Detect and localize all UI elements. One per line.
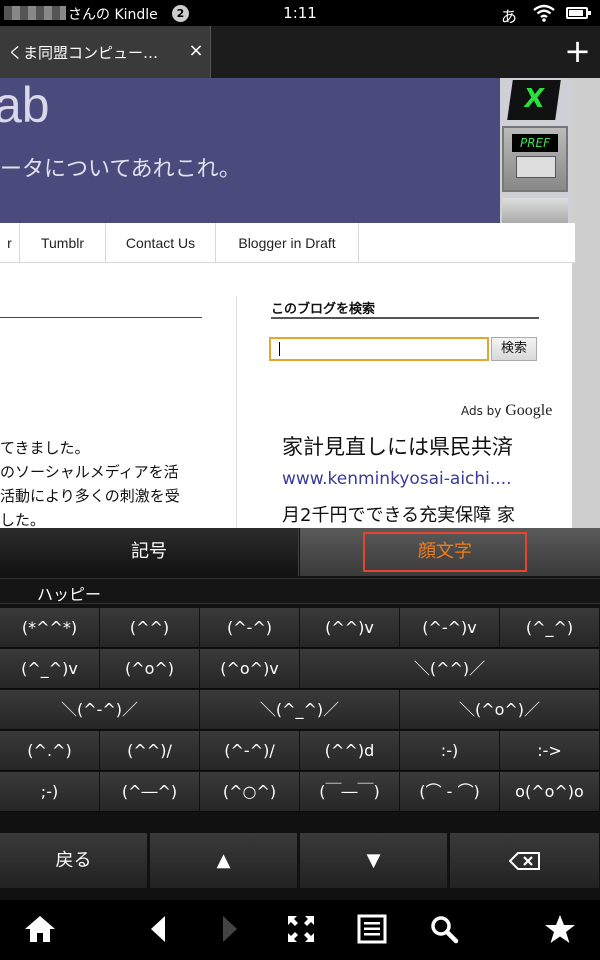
- home-icon[interactable]: [20, 914, 60, 948]
- emoticon-key[interactable]: o(^o^)o: [500, 772, 600, 812]
- emoticon-key[interactable]: (^_^): [500, 608, 600, 648]
- post-line: てきました。: [0, 439, 90, 457]
- tab-symbols[interactable]: 記号: [0, 528, 299, 576]
- emoticon-key[interactable]: (^o^)v: [200, 649, 300, 689]
- ad-title-link[interactable]: 家計見直しには県民共済: [282, 431, 513, 461]
- tab-emoticons-label: 顔文字: [363, 532, 527, 572]
- nav-item-tumblr[interactable]: Tumblr: [20, 223, 106, 263]
- text-caret: [279, 342, 280, 356]
- emoticon-key[interactable]: ＼(^-^)／: [0, 690, 200, 730]
- browser-tab-bar: くま同盟コンピュー… × +: [0, 26, 600, 78]
- battery-icon: [566, 7, 591, 19]
- emoticon-key[interactable]: (^.^): [0, 731, 100, 771]
- page-down-key[interactable]: ▼: [300, 833, 448, 888]
- ad-description: 月2千円でできる充実保障 家: [282, 505, 515, 526]
- blog-banner: ab ータについてあれこれ。: [0, 78, 500, 223]
- post-body: てきました。 のソーシャルメディアを活 活動により多くの刺激を受 した。: [0, 436, 236, 528]
- emoticon-key[interactable]: (^^)d: [300, 731, 400, 771]
- page-up-key[interactable]: ▲: [150, 833, 298, 888]
- emoticon-key[interactable]: (^_^)v: [0, 649, 100, 689]
- nav-item-partial[interactable]: r: [0, 223, 20, 263]
- close-tab-icon[interactable]: ×: [186, 40, 206, 61]
- browser-tab[interactable]: くま同盟コンピュー… ×: [0, 26, 211, 78]
- emoticon-key[interactable]: ＼(^o^)／: [400, 690, 600, 730]
- tab-title: くま同盟コンピュー…: [8, 44, 159, 62]
- emoticon-key[interactable]: (^-^)v: [400, 608, 500, 648]
- emoticon-key[interactable]: ＼(^^)／: [300, 649, 600, 689]
- emoticon-key[interactable]: (^^)/: [100, 731, 200, 771]
- emoticon-key[interactable]: (^^): [100, 608, 200, 648]
- ads-by-label: Ads by: [461, 404, 502, 418]
- menu-icon[interactable]: [352, 914, 392, 948]
- blog-search-input[interactable]: [269, 337, 489, 361]
- blog-search-button[interactable]: 検索: [491, 337, 537, 361]
- favorites-icon[interactable]: [540, 914, 580, 948]
- post-line: した。: [0, 511, 46, 528]
- emoticon-group-bar: ハッピー: [0, 578, 600, 604]
- emoticon-key[interactable]: ＼(^_^)／: [200, 690, 400, 730]
- folder-icon: [502, 198, 568, 223]
- emoticon-key[interactable]: (*^^*): [0, 608, 100, 648]
- post-line: のソーシャルメディアを活: [0, 463, 179, 481]
- nav-item-contact[interactable]: Contact Us: [106, 223, 216, 263]
- blog-subtitle: ータについてあれこれ。: [0, 157, 241, 182]
- nav-item-blogger-draft[interactable]: Blogger in Draft: [216, 223, 359, 263]
- status-bar: さんの Kindle 2 1:11 あ: [0, 0, 600, 26]
- sidebar-divider: [271, 317, 539, 319]
- back-key[interactable]: 戻る: [0, 833, 148, 888]
- post-divider: [0, 317, 202, 318]
- ad-url-link[interactable]: www.kenminkyosai-aichi....: [282, 469, 512, 489]
- column-divider: [236, 296, 237, 528]
- emoticon-key[interactable]: (^○^): [200, 772, 300, 812]
- post-line: 活動により多くの刺激を受: [0, 487, 180, 505]
- forward-icon: [208, 914, 248, 948]
- page-margin: [572, 78, 600, 528]
- google-logo: Google: [505, 402, 553, 419]
- web-view[interactable]: ab ータについてあれこれ。 X PREF r Tumblr Contact U…: [0, 78, 600, 528]
- group-label: ハッピー: [37, 585, 102, 604]
- x-cube-icon: X: [507, 80, 561, 120]
- emoticon-keyboard: 記号 顔文字 ハッピー (*^^*) (^^) (^-^) (^^)v (^-^…: [0, 528, 600, 900]
- emoticon-key[interactable]: :-): [400, 731, 500, 771]
- backspace-key[interactable]: [450, 833, 600, 888]
- emoticon-key[interactable]: (^^)v: [300, 608, 400, 648]
- tab-emoticons[interactable]: 顔文字: [300, 528, 600, 576]
- emoticon-key[interactable]: ;-): [0, 772, 100, 812]
- fullscreen-icon[interactable]: [281, 914, 321, 948]
- emoticon-key[interactable]: :->: [500, 731, 600, 771]
- wifi-icon: [532, 4, 556, 26]
- blog-nav: r Tumblr Contact Us Blogger in Draft: [0, 223, 575, 263]
- backspace-icon: [508, 850, 541, 871]
- back-icon[interactable]: [138, 914, 178, 948]
- emoticon-key[interactable]: (^-^): [200, 608, 300, 648]
- emoticon-key[interactable]: (^o^): [100, 649, 200, 689]
- blog-title: ab: [0, 78, 50, 133]
- system-nav-bar: [0, 900, 600, 960]
- new-tab-button[interactable]: +: [555, 26, 600, 78]
- emoticon-key[interactable]: (￣―￣): [300, 772, 400, 812]
- emoticon-key[interactable]: (⌒ - ⌒): [400, 772, 500, 812]
- ime-indicator: あ: [501, 7, 518, 26]
- ads-by-google[interactable]: Ads by Google: [461, 402, 552, 420]
- emoticon-key[interactable]: (^-^)/: [200, 731, 300, 771]
- search-icon[interactable]: [424, 914, 464, 948]
- emoticon-key[interactable]: (^―^): [100, 772, 200, 812]
- pref-monitor-icon: PREF: [502, 126, 568, 192]
- sidebar-heading: このブログを検索: [271, 302, 376, 317]
